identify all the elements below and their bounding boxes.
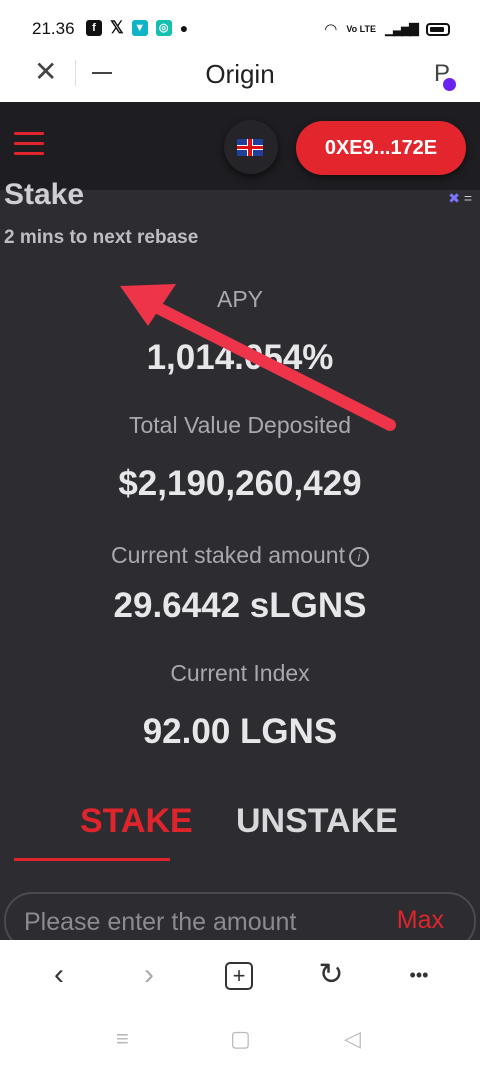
app-content: 0XE9...172E Stake ✖ = 2 mins to next reb… [0,102,480,940]
amount-field: Max [4,892,476,940]
index-label: Current Index [170,660,310,686]
volte-icon: Vo LTE [346,23,376,34]
app-topbar: 0XE9...172E [0,102,480,190]
tab-stake[interactable]: STAKE [80,802,193,841]
notification-icons: f 𝕏 ▼ ◎ ● [86,18,188,38]
battery-icon [426,22,450,36]
forward-icon[interactable]: › [132,958,166,992]
more-icon[interactable]: ••• [402,958,436,992]
browser-toolbar: ‹ › + ↻ ••• [0,940,480,1012]
x-icon: 𝕏 [110,18,124,37]
uk-flag-icon [237,139,263,156]
dot-icon: ● [179,20,189,36]
home-icon[interactable]: ▢ [230,1026,251,1052]
stake-heading: Stake [4,178,85,211]
system-icons: ◠ Vo LTE ▁▃▅▇ [324,20,450,38]
settings-icon[interactable]: ✖ = [448,190,472,207]
language-button[interactable] [224,120,278,174]
staked-label-row: Current staked amount i [0,542,480,569]
staked-label: Current staked amount [111,542,345,568]
back-icon[interactable]: ‹ [42,958,76,992]
nav-back-icon[interactable]: ◁ [344,1026,361,1052]
menu-icon[interactable] [14,132,44,156]
recents-icon[interactable]: ≡ [116,1026,129,1052]
rebase-timer: 2 mins to next rebase [4,227,199,248]
status-time: 21.36 [32,19,75,38]
shop-icon: ▼ [131,20,148,36]
tvd-label: Total Value Deposited [128,412,352,438]
amount-input[interactable] [24,904,364,940]
chat-icon: ◎ [155,20,172,36]
wallet-address-button[interactable]: 0XE9...172E [296,121,466,175]
wifi-icon: ◠ [324,21,338,38]
max-button[interactable]: Max [397,906,444,935]
apy-value: 1,014.054% [146,338,334,377]
apy-label: APY [216,286,264,312]
refresh-icon[interactable]: ↻ [314,958,348,992]
signal-icon: ▁▃▅▇ [385,21,419,36]
index-value: 92.00 LGNS [142,712,338,751]
new-tab-icon[interactable]: + [225,962,253,990]
active-tab-indicator [14,858,170,861]
browser-header: ✕ Origin P [0,46,480,102]
info-icon[interactable]: i [348,547,369,567]
tab-unstake[interactable]: UNSTAKE [236,802,398,841]
facebook-icon: f [86,20,102,36]
tvd-value: $2,190,260,429 [118,464,362,503]
page-title: Origin [205,59,275,89]
link-badge-icon [443,78,456,91]
staked-value: 29.6442 sLGNS [113,586,367,625]
system-nav-bar: ≡ ▢ ◁ [0,1012,480,1066]
